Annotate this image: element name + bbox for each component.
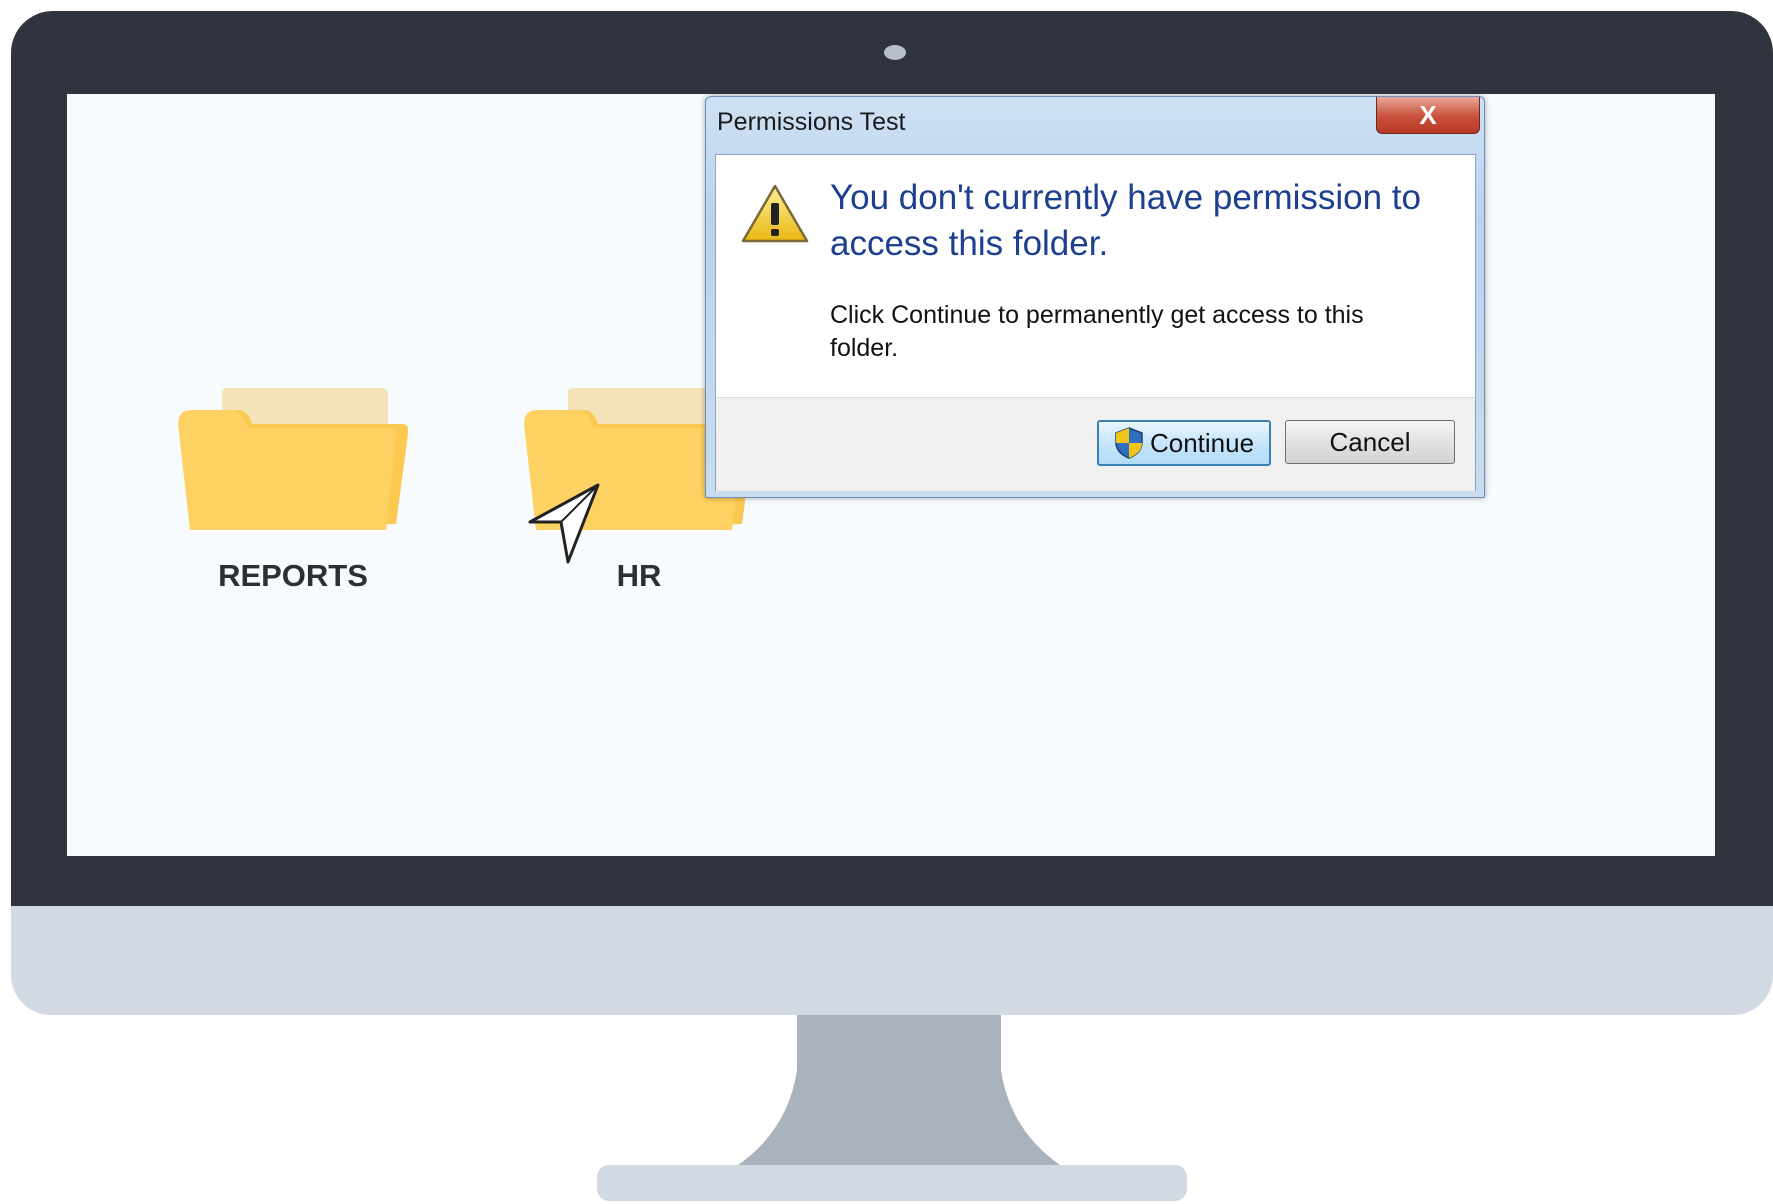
dialog-message: Click Continue to permanently get access… xyxy=(830,301,1364,362)
close-button[interactable]: X xyxy=(1376,97,1480,134)
mouse-pointer-icon xyxy=(528,483,600,564)
dialog-headline: You don't currently have permission to a… xyxy=(830,178,1422,263)
warning-icon xyxy=(741,184,809,243)
continue-button-label: Continue xyxy=(1149,427,1255,458)
continue-button[interactable]: Continue xyxy=(1097,420,1271,466)
uac-shield-icon xyxy=(1115,427,1143,459)
close-icon: X xyxy=(1419,99,1437,130)
folder-icon xyxy=(178,388,408,530)
permissions-dialog: Permissions Test X You don't currently h… xyxy=(705,96,1485,498)
dialog-title: Permissions Test xyxy=(717,108,906,136)
camera-dot xyxy=(884,45,906,60)
folder-label-reports: REPORTS xyxy=(218,558,368,593)
monitor-chin xyxy=(11,906,1773,1015)
dialog-body: You don't currently have permission to a… xyxy=(715,154,1476,491)
monitor-stand-base xyxy=(597,1165,1187,1201)
dialog-button-bar: Continue Cancel xyxy=(716,397,1475,491)
cancel-button[interactable]: Cancel xyxy=(1285,420,1455,464)
cancel-button-label: Cancel xyxy=(1329,426,1411,457)
folder-reports[interactable]: REPORTS xyxy=(178,388,408,618)
